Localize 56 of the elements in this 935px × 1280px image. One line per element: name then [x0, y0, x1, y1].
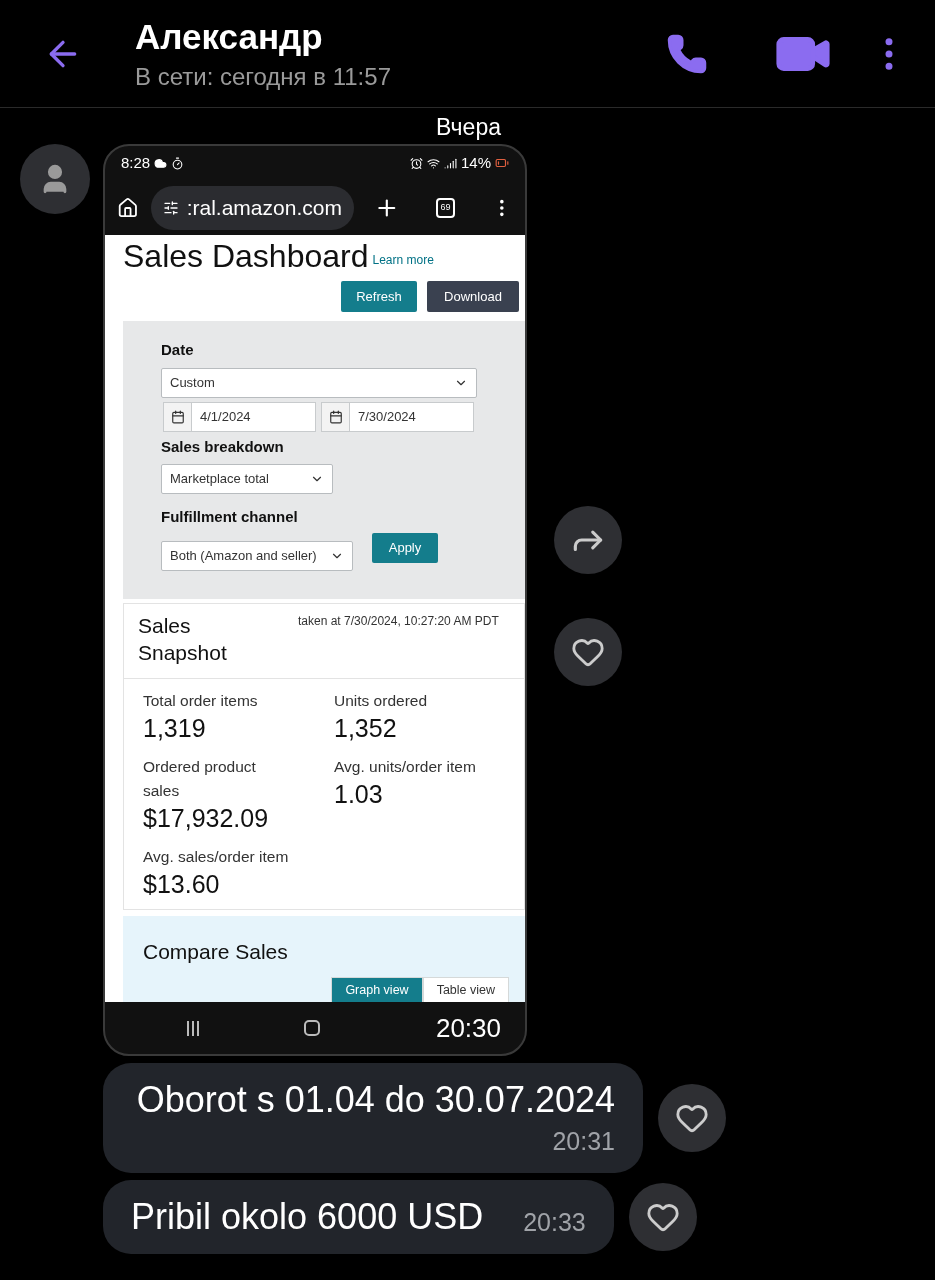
metric-label: Avg. units/order item: [334, 756, 477, 777]
contact-name: Александр: [135, 15, 324, 58]
metric-label: Avg. sales/order item: [143, 846, 290, 867]
section-title: Sales Snapshot: [138, 612, 228, 666]
screenshot-image[interactable]: [103, 144, 527, 1056]
learn-more-link[interactable]: Learn more: [372, 251, 434, 269]
home-icon[interactable]: [117, 196, 139, 219]
message-bubble[interactable]: Pribil okolo 6000 USD 20:33: [103, 1180, 614, 1254]
action-button[interactable]: Refresh: [341, 281, 417, 312]
field-label: Date: [161, 340, 195, 360]
message-time: 20:30: [435, 1011, 501, 1045]
section-title: Compare Sales: [143, 938, 289, 965]
tab-count[interactable]: 69: [435, 197, 456, 218]
calendar-icon: [170, 409, 185, 424]
snapshot-timestamp: taken at 7/30/2024, 10:27:20 AM PDT: [298, 612, 500, 630]
metric-value: $13.60: [143, 868, 221, 899]
metric-label: Total order items: [143, 690, 259, 711]
message-time: 20:31: [552, 1126, 615, 1157]
url-bar[interactable]: :ral.amazon.com: [150, 185, 354, 230]
field-label: Fulfillment channel: [161, 507, 299, 527]
calendar-icon: [328, 409, 343, 424]
view-tab[interactable]: Graph view: [331, 977, 423, 1002]
timer-icon: [171, 156, 185, 170]
wifi-icon: [426, 156, 440, 170]
cloud-icon: [154, 156, 168, 170]
page-title: Sales Dashboard: [123, 237, 369, 275]
dropdown-select[interactable]: Marketplace total: [161, 464, 333, 494]
action-button[interactable]: Download: [427, 281, 519, 312]
dropdown-select[interactable]: Custom: [161, 367, 477, 398]
metric-value: 1.03: [334, 778, 384, 809]
message-text: Pribil okolo 6000 USD: [131, 1195, 484, 1239]
view-tab[interactable]: Table view: [422, 977, 509, 1002]
metric-value: 1,319: [143, 712, 207, 743]
battery-percent: 14%: [460, 152, 491, 173]
signal-icon: [443, 156, 457, 170]
message-text: Oborot s 01.04 do 30.07.2024: [136, 1078, 615, 1122]
message-time: 20:33: [523, 1207, 586, 1238]
site-settings-icon: [162, 199, 179, 216]
apply-button[interactable]: Apply: [372, 532, 438, 563]
contact-status: В сети: сегодня в 11:57: [135, 62, 391, 93]
alarm-icon: [409, 156, 423, 170]
status-time: 8:28: [121, 152, 151, 173]
date-field[interactable]: 7/30/2024: [321, 401, 474, 432]
date-field[interactable]: 4/1/2024: [163, 401, 316, 432]
recent-apps-icon[interactable]: [187, 1020, 199, 1036]
home-button-icon[interactable]: [304, 1020, 320, 1036]
battery-icon: [495, 156, 509, 170]
message-bubble[interactable]: Oborot s 01.04 do 30.07.2024 20:31: [103, 1063, 643, 1173]
metric-value: 1,352: [334, 712, 398, 743]
field-label: Sales breakdown: [161, 436, 285, 457]
metric-value: $17,932.09: [143, 802, 270, 833]
dropdown-select[interactable]: Both (Amazon and seller): [161, 540, 353, 571]
metric-label: Ordered product sales: [143, 756, 257, 801]
date-separator: Вчера: [436, 112, 501, 142]
metric-label: Units ordered: [334, 690, 429, 711]
phone-icon[interactable]: [666, 32, 708, 75]
